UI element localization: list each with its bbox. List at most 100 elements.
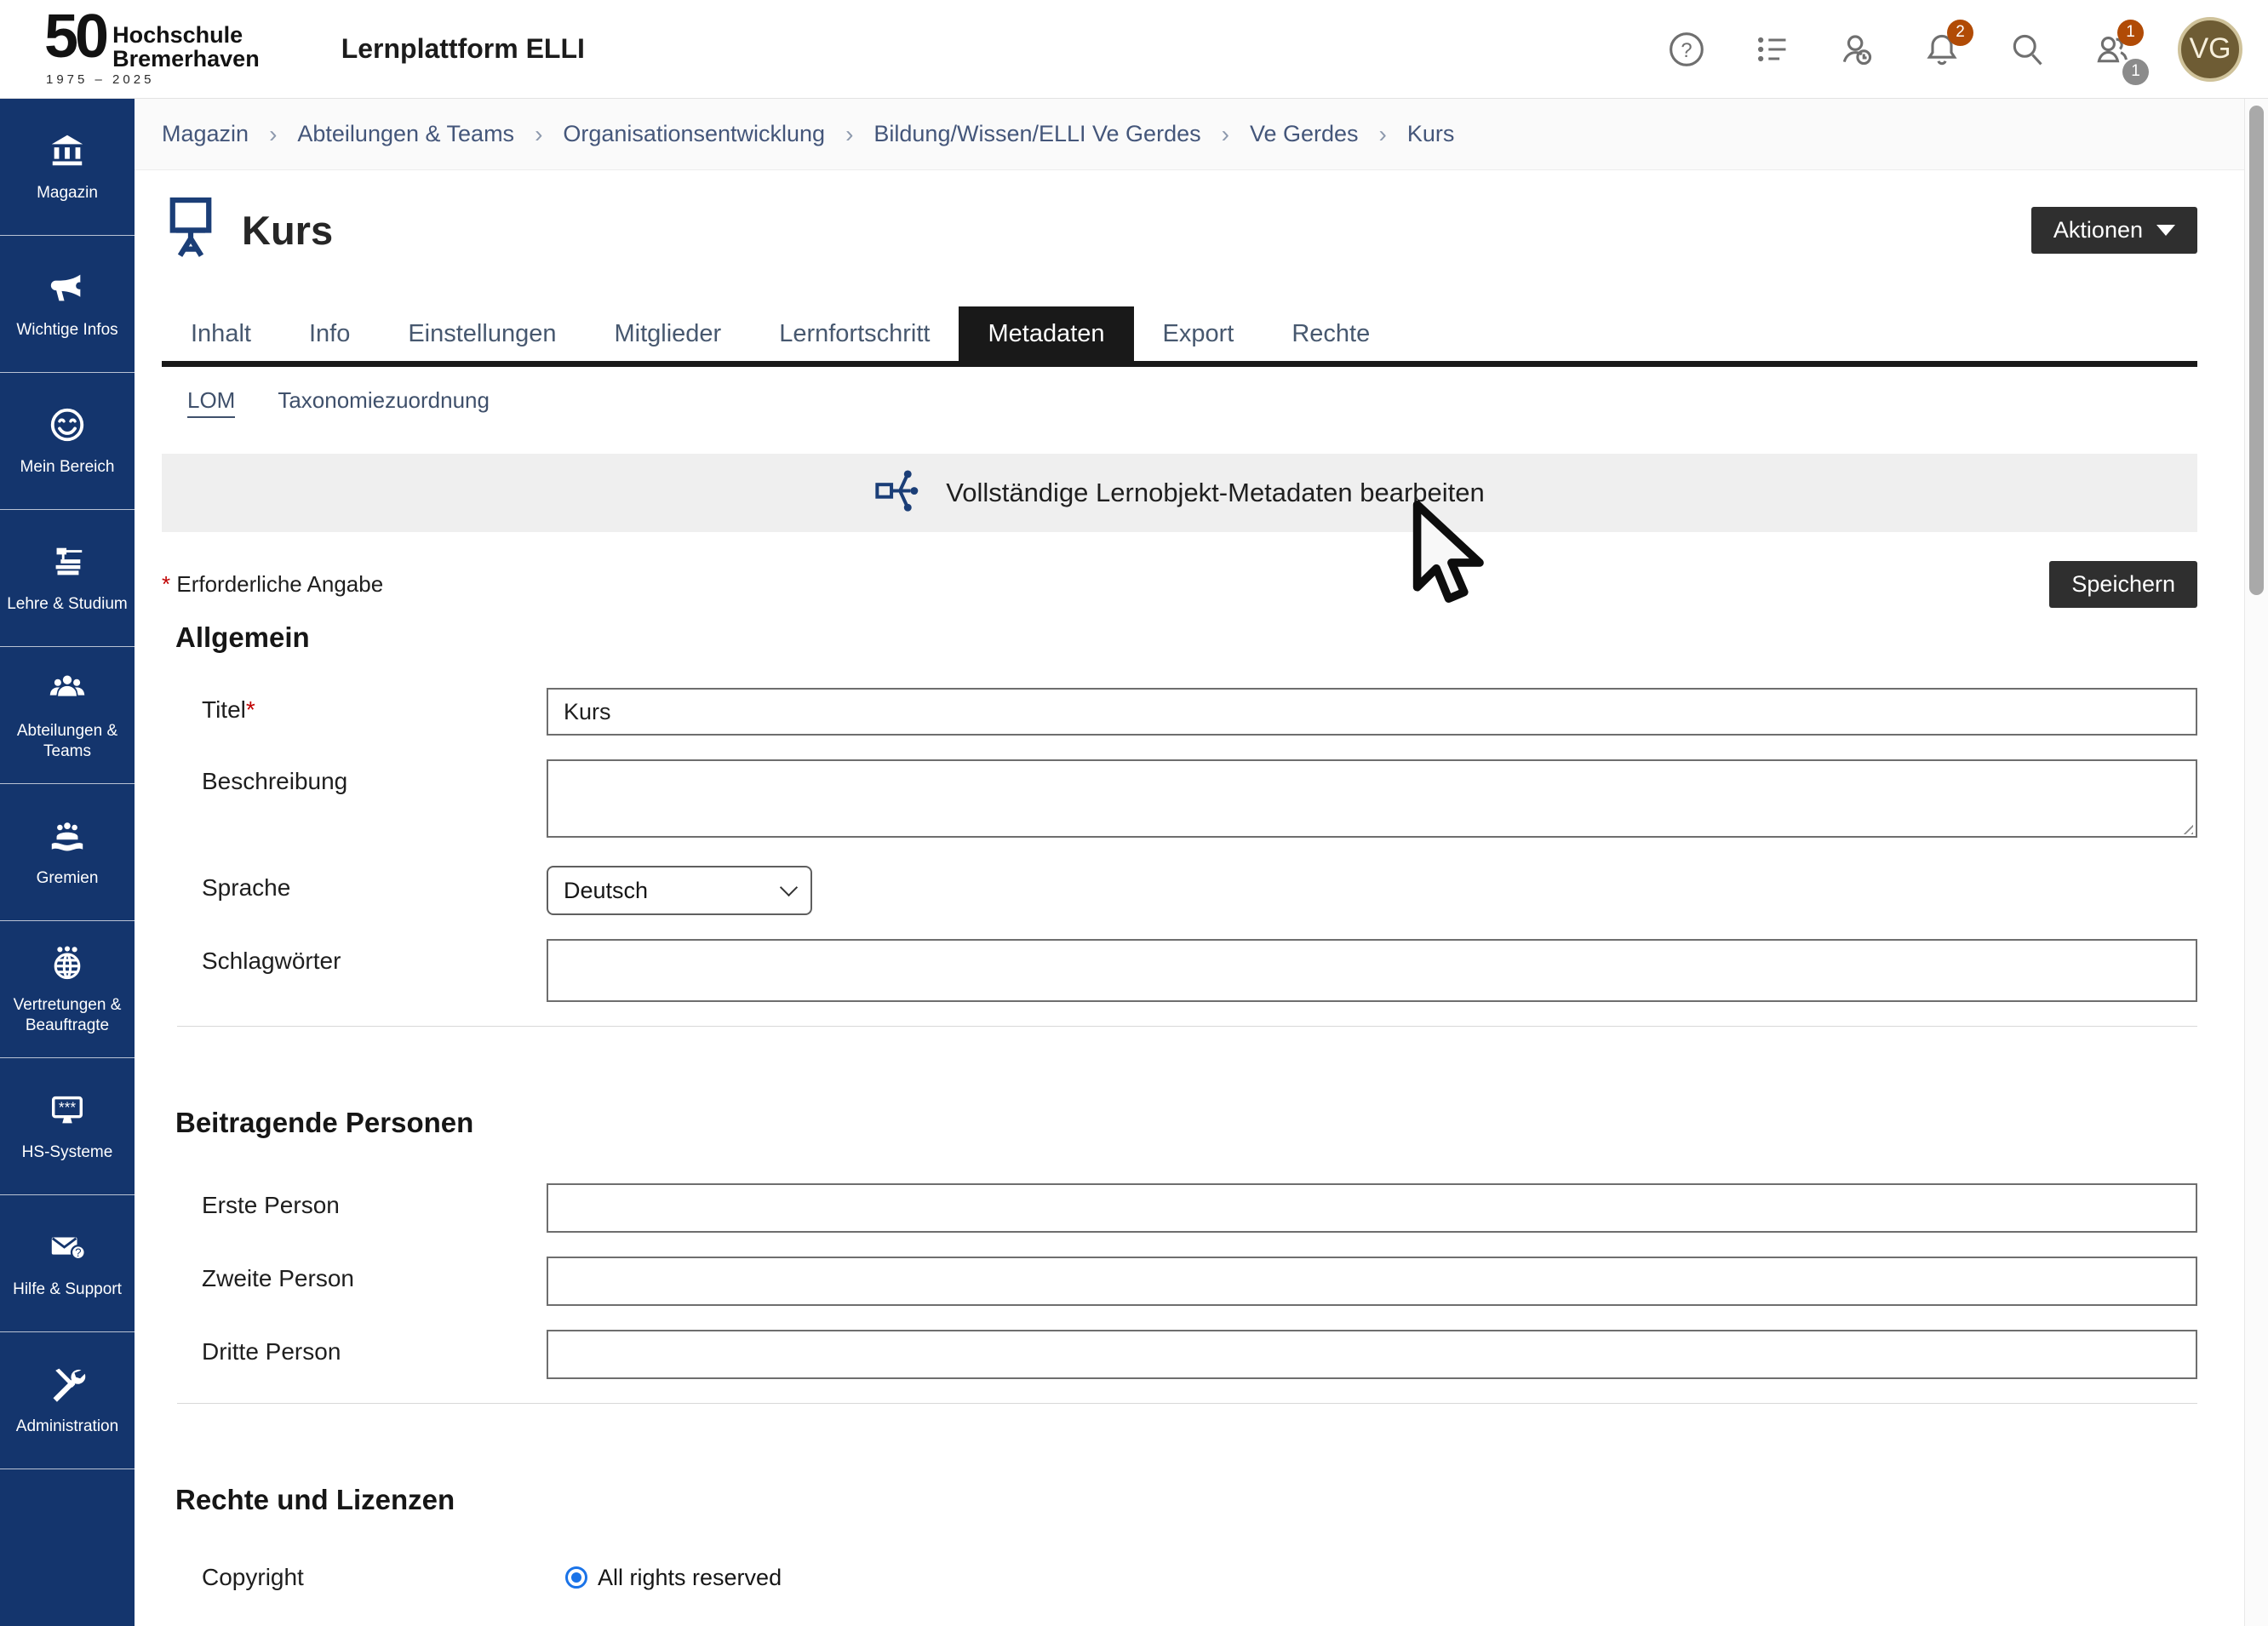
contacts-icon[interactable]: 1 1	[2093, 30, 2132, 69]
scrollbar-thumb[interactable]	[2249, 106, 2264, 595]
tab-einstellungen[interactable]: Einstellungen	[379, 306, 585, 361]
copyright-radio[interactable]	[565, 1566, 587, 1589]
titel-label-text: Titel	[202, 696, 246, 723]
main-menu-list-icon[interactable]	[1752, 30, 1791, 69]
form-row-dritte-person: Dritte Person	[162, 1330, 2197, 1379]
zweite-person-label: Zweite Person	[202, 1257, 547, 1292]
schlagwoerter-label: Schlagwörter	[202, 939, 547, 975]
sidebar-item-hilfe-support[interactable]: ? Hilfe & Support	[0, 1195, 135, 1332]
monitor-icon: ***	[48, 1091, 87, 1134]
aktionen-button[interactable]: Aktionen	[2031, 207, 2197, 254]
beschreibung-textarea[interactable]	[547, 759, 2197, 838]
section-heading-beitragende: Beitragende Personen	[162, 1107, 2197, 1139]
logo-line2: Bremerhaven	[112, 47, 260, 71]
smiley-icon	[48, 405, 87, 449]
app-title: Lernplattform ELLI	[341, 33, 585, 65]
schlagwoerter-input[interactable]	[547, 939, 2197, 1002]
section-divider	[177, 1026, 2197, 1027]
breadcrumb-link[interactable]: Abteilungen & Teams	[297, 121, 514, 147]
tab-mitglieder[interactable]: Mitglieder	[585, 306, 750, 361]
hand-people-icon	[48, 816, 87, 860]
tab-inhalt[interactable]: Inhalt	[162, 306, 280, 361]
sidebar-item-hs-systeme[interactable]: *** HS-Systeme	[0, 1058, 135, 1195]
books-icon	[48, 542, 87, 586]
form-row-zweite-person: Zweite Person	[162, 1257, 2197, 1306]
sidebar-item-mein-bereich[interactable]: Mein Bereich	[0, 373, 135, 510]
form-row-schlagwoerter: Schlagwörter	[162, 939, 2197, 1002]
vertical-scrollbar[interactable]	[2244, 99, 2268, 1626]
subtab-bar: LOM Taxonomiezuordnung	[162, 387, 2197, 418]
breadcrumb-separator-icon: ›	[269, 121, 277, 148]
sprache-select[interactable]: Deutsch	[547, 866, 812, 915]
form-row-beschreibung: Beschreibung	[162, 759, 2197, 842]
form-row-copyright: Copyright All rights reserved	[162, 1564, 2197, 1591]
titel-required-star: *	[246, 696, 255, 723]
breadcrumb-separator-icon: ›	[845, 121, 853, 148]
user-avatar[interactable]: VG	[2178, 17, 2242, 82]
page-title: Kurs	[242, 207, 333, 254]
sidebar-item-magazin[interactable]: Magazin	[0, 99, 135, 236]
course-easel-icon	[162, 194, 220, 266]
speichern-button[interactable]: Speichern	[2049, 561, 2197, 608]
logo-top: 50 Hochschule Bremerhaven	[44, 11, 260, 71]
titel-input[interactable]	[547, 688, 2197, 736]
search-icon[interactable]	[2007, 30, 2047, 69]
sidebar-item-vertretungen[interactable]: Vertretungen & Beauftragte	[0, 921, 135, 1058]
breadcrumb-separator-icon: ›	[535, 121, 542, 148]
required-note: * Erforderliche Angabe	[162, 571, 383, 598]
awareness-user-icon[interactable]	[1837, 30, 1876, 69]
dritte-person-input[interactable]	[547, 1330, 2197, 1379]
form-row-erste-person: Erste Person	[162, 1183, 2197, 1233]
form-row-sprache: Sprache Deutsch	[162, 866, 2197, 915]
required-star: *	[162, 571, 170, 597]
breadcrumb-link[interactable]: Ve Gerdes	[1250, 121, 1359, 147]
sidebar-item-lehre-studium[interactable]: Lehre & Studium	[0, 510, 135, 647]
sidebar-item-label: Administration	[16, 1417, 118, 1437]
breadcrumb-link[interactable]: Magazin	[162, 121, 249, 147]
help-icon[interactable]: ?	[1667, 30, 1706, 69]
title-row: Kurs Aktionen	[162, 194, 2197, 266]
sidebar-item-gremien[interactable]: Gremien	[0, 784, 135, 921]
top-header: 50 Hochschule Bremerhaven 1975 – 2025 Le…	[0, 0, 2268, 99]
breadcrumb: Magazin › Abteilungen & Teams › Organisa…	[135, 99, 2244, 170]
sidebar-item-label: Magazin	[37, 183, 98, 203]
section-heading-rechte: Rechte und Lizenzen	[162, 1484, 2197, 1516]
sidebar-item-abteilungen-teams[interactable]: Abteilungen & Teams	[0, 647, 135, 784]
subtab-taxonomiezuordnung[interactable]: Taxonomiezuordnung	[278, 387, 490, 418]
tab-export[interactable]: Export	[1134, 306, 1263, 361]
share-nodes-icon	[874, 467, 924, 520]
sidebar-item-wichtige-infos[interactable]: Wichtige Infos	[0, 236, 135, 373]
tab-rechte[interactable]: Rechte	[1263, 306, 1399, 361]
erste-person-input[interactable]	[547, 1183, 2197, 1233]
tab-lernfortschritt[interactable]: Lernfortschritt	[750, 306, 959, 361]
globe-people-icon	[48, 943, 87, 987]
subtab-lom[interactable]: LOM	[187, 387, 235, 418]
dritte-person-label: Dritte Person	[202, 1330, 547, 1365]
logo-name: Hochschule Bremerhaven	[112, 23, 260, 71]
sidebar-item-label: Lehre & Studium	[7, 594, 128, 615]
sidebar-item-label: Hilfe & Support	[13, 1280, 122, 1300]
notifications-bell-icon[interactable]: 2	[1922, 30, 1962, 69]
sidebar-item-label: Wichtige Infos	[16, 320, 117, 341]
chevron-down-icon	[2156, 225, 2175, 236]
sidebar-item-administration[interactable]: Administration	[0, 1332, 135, 1469]
zweite-person-input[interactable]	[547, 1257, 2197, 1306]
sidebar-item-label: Mein Bereich	[20, 457, 115, 478]
svg-text:?: ?	[1681, 39, 1692, 62]
titel-label: Titel*	[202, 688, 547, 724]
tab-bar: Inhalt Info Einstellungen Mitglieder Ler…	[162, 306, 2197, 367]
copyright-option-label: All rights reserved	[598, 1565, 782, 1591]
breadcrumb-link[interactable]: Bildung/Wissen/ELLI Ve Gerdes	[873, 121, 1200, 147]
logo-line1: Hochschule	[112, 23, 260, 47]
sidebar-item-label: Abteilungen & Teams	[3, 721, 131, 762]
form-beitragende: Erste Person Zweite Person Dritte Person	[162, 1183, 2197, 1379]
sidebar-filler	[0, 1469, 135, 1626]
beschreibung-label: Beschreibung	[202, 759, 547, 795]
logo-50: 50	[44, 11, 106, 63]
tab-info[interactable]: Info	[280, 306, 379, 361]
edit-full-metadata-banner[interactable]: Vollständige Lernobjekt-Metadaten bearbe…	[162, 454, 2197, 532]
breadcrumb-link-current[interactable]: Kurs	[1407, 121, 1455, 147]
university-logo[interactable]: 50 Hochschule Bremerhaven 1975 – 2025	[44, 11, 260, 87]
breadcrumb-link[interactable]: Organisationsentwicklung	[563, 121, 825, 147]
tab-metadaten[interactable]: Metadaten	[959, 306, 1133, 361]
